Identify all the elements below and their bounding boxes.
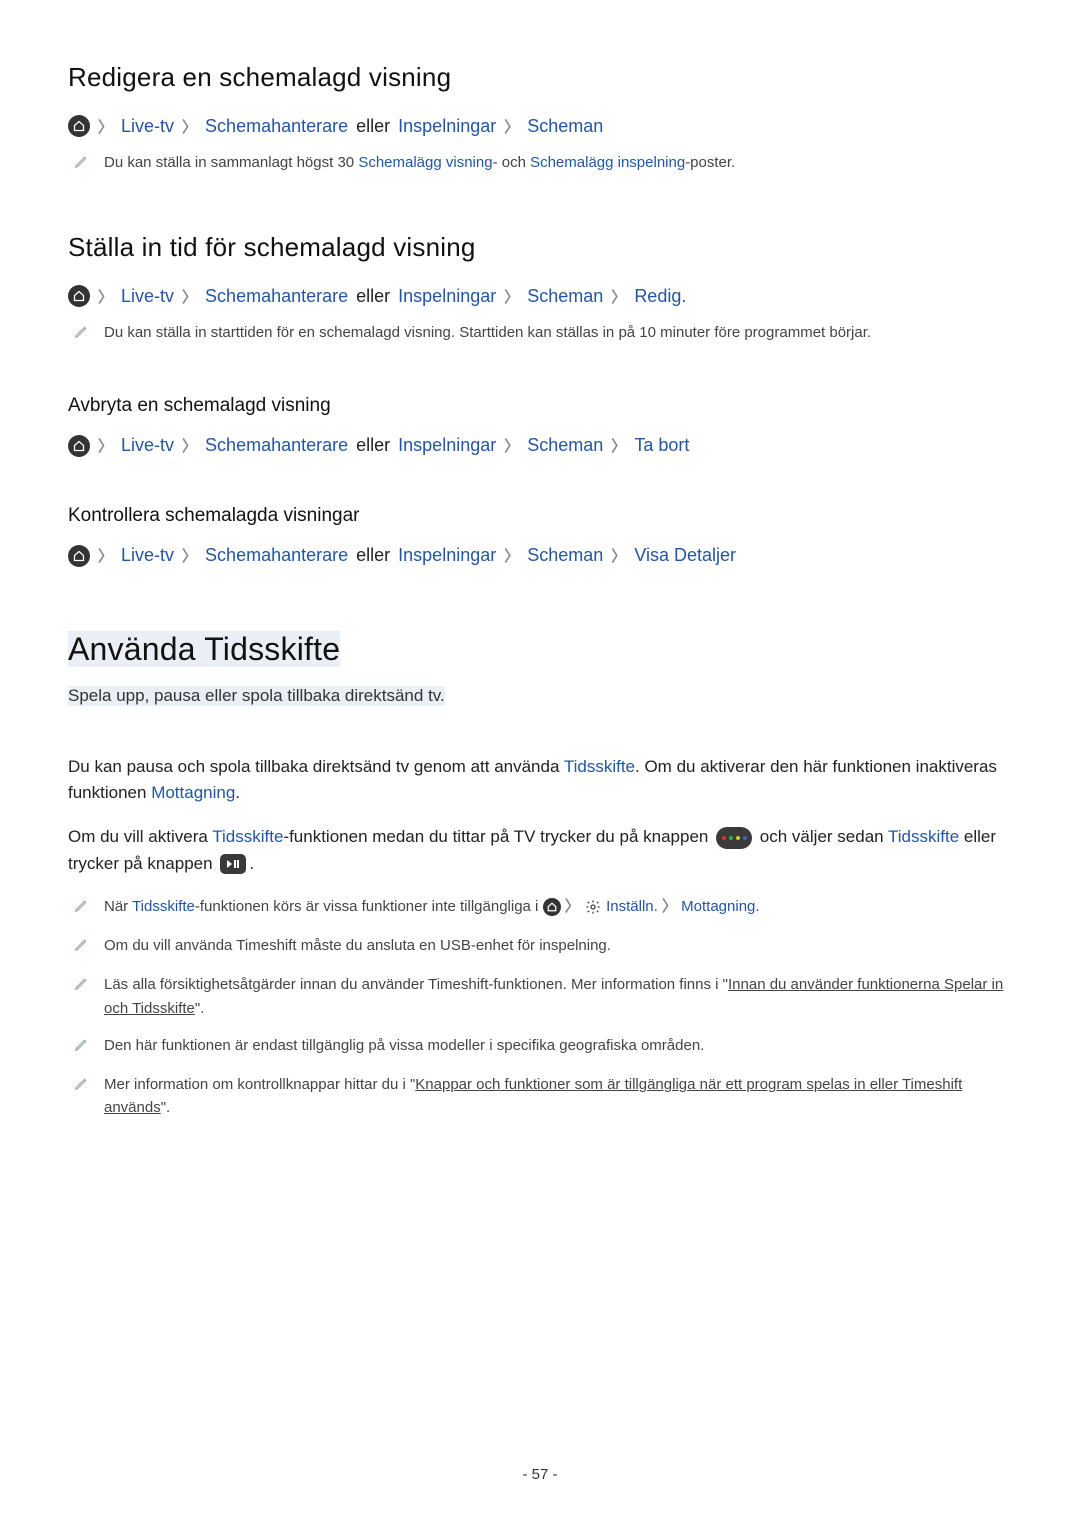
path-edit: Redig. [634, 286, 686, 307]
note-timeshift-1: När Tidsskifte-funktionen körs är vissa … [74, 895, 1012, 920]
chevron-right-icon: 〉 [611, 435, 626, 456]
path-live-tv: Live-tv [121, 435, 174, 456]
note-timeshift-4: Den här funktionen är endast tillgänglig… [74, 1034, 1012, 1059]
chevron-right-icon: 〉 [504, 116, 519, 137]
chevron-right-icon: 〉 [182, 435, 197, 456]
chevron-right-icon: 〉 [611, 286, 626, 307]
link-tidsskifte: Tidsskifte [564, 757, 635, 776]
link-schedule-viewing: Schemalägg visning [358, 154, 492, 171]
link-installn: Inställn. [606, 898, 658, 915]
chevron-right-icon: 〉 [504, 286, 519, 307]
path-recordings: Inspelningar [398, 435, 496, 456]
chevron-right-icon: 〉 [98, 545, 113, 566]
note-start-time: Du kan ställa in starttiden för en schem… [74, 321, 1012, 346]
paragraph-timeshift-1: Du kan pausa och spola tillbaka direktsä… [68, 754, 1012, 807]
note-text: -poster. [685, 154, 735, 171]
heading-set-time: Ställa in tid för schemalagd visning [68, 232, 1012, 263]
path-schedule-manager: Schemahanterare [205, 116, 348, 137]
subtitle-timeshift: Spela upp, pausa eller spola tillbaka di… [68, 686, 445, 706]
path-schedules: Scheman [527, 286, 603, 307]
path-live-tv: Live-tv [121, 286, 174, 307]
nav-path-cancel: 〉 Live-tv 〉 Schemahanterare eller Inspel… [68, 435, 1012, 457]
gear-icon [584, 898, 602, 916]
note-text: Du kan ställa in sammanlagt högst 30 [104, 154, 358, 171]
remote-color-button-icon [716, 827, 752, 849]
chevron-right-icon: 〉 [98, 435, 113, 456]
note-max-30: Du kan ställa in sammanlagt högst 30 Sch… [74, 151, 1012, 176]
home-icon [543, 898, 561, 916]
path-or: eller [356, 435, 390, 456]
chevron-right-icon: 〉 [182, 286, 197, 307]
path-schedules: Scheman [527, 545, 603, 566]
note-text: Den här funktionen är endast tillgänglig… [104, 1034, 1012, 1059]
path-recordings: Inspelningar [398, 545, 496, 566]
link-tidsskifte: Tidsskifte [212, 827, 283, 846]
chevron-right-icon: 〉 [98, 286, 113, 307]
path-schedules: Scheman [527, 116, 603, 137]
chevron-right-icon: 〉 [504, 435, 519, 456]
paragraph-timeshift-2: Om du vill aktivera Tidsskifte-funktione… [68, 824, 1012, 877]
home-icon [68, 435, 90, 457]
pencil-icon [74, 1075, 90, 1120]
note-text: Om du vill använda Timeshift måste du an… [104, 934, 1012, 959]
chevron-right-icon: 〉 [98, 116, 113, 137]
play-pause-button-icon [220, 854, 246, 874]
chevron-right-icon: 〉 [504, 545, 519, 566]
chevron-right-icon: 〉 [182, 545, 197, 566]
path-recordings: Inspelningar [398, 286, 496, 307]
path-view-details: Visa Detaljer [634, 545, 736, 566]
heading-check: Kontrollera schemalagda visningar [68, 505, 1012, 527]
link-tidsskifte: Tidsskifte [888, 827, 959, 846]
path-recordings: Inspelningar [398, 116, 496, 137]
chevron-right-icon: 〉 [182, 116, 197, 137]
pencil-icon [74, 153, 90, 176]
chevron-right-icon: 〉 [565, 898, 580, 915]
heading-timeshift: Använda Tidsskifte [68, 631, 1012, 668]
path-schedule-manager: Schemahanterare [205, 286, 348, 307]
link-schedule-recording: Schemalägg inspelning [530, 154, 685, 171]
pencil-icon [74, 975, 90, 1020]
path-schedule-manager: Schemahanterare [205, 435, 348, 456]
note-timeshift-5: Mer information om kontrollknappar hitta… [74, 1073, 1012, 1120]
path-or: eller [356, 545, 390, 566]
pencil-icon [74, 1036, 90, 1059]
home-icon [68, 545, 90, 567]
pencil-icon [74, 323, 90, 346]
path-or: eller [356, 286, 390, 307]
path-delete: Ta bort [634, 435, 689, 456]
link-mottagning: Mottagning [681, 898, 755, 915]
pencil-icon [74, 897, 90, 920]
note-text: - och [493, 154, 531, 171]
note-timeshift-3: Läs alla försiktighetsåtgärder innan du … [74, 973, 1012, 1020]
heading-cancel: Avbryta en schemalagd visning [68, 395, 1012, 417]
nav-path-set-time: 〉 Live-tv 〉 Schemahanterare eller Inspel… [68, 285, 1012, 307]
path-schedules: Scheman [527, 435, 603, 456]
nav-path-edit: 〉 Live-tv 〉 Schemahanterare eller Inspel… [68, 115, 1012, 137]
chevron-right-icon: 〉 [662, 898, 677, 915]
path-live-tv: Live-tv [121, 116, 174, 137]
path-or: eller [356, 116, 390, 137]
note-text: Du kan ställa in starttiden för en schem… [104, 321, 1012, 346]
home-icon [68, 115, 90, 137]
home-icon [68, 285, 90, 307]
note-timeshift-2: Om du vill använda Timeshift måste du an… [74, 934, 1012, 959]
path-live-tv: Live-tv [121, 545, 174, 566]
nav-path-check: 〉 Live-tv 〉 Schemahanterare eller Inspel… [68, 545, 1012, 567]
page-number: - 57 - [0, 1466, 1080, 1483]
link-mottagning: Mottagning [151, 783, 235, 802]
path-schedule-manager: Schemahanterare [205, 545, 348, 566]
heading-edit-scheduled-viewing: Redigera en schemalagd visning [68, 62, 1012, 93]
chevron-right-icon: 〉 [611, 545, 626, 566]
link-tidsskifte: Tidsskifte [132, 898, 195, 915]
pencil-icon [74, 936, 90, 959]
